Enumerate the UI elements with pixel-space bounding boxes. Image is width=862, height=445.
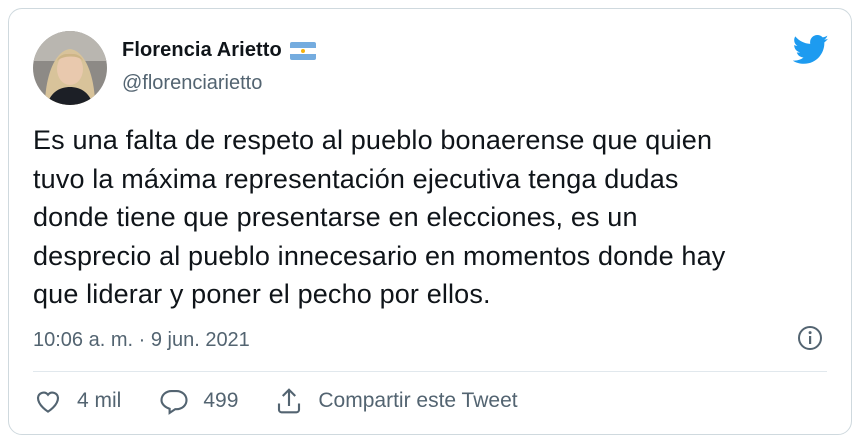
like-count: 4 mil (77, 389, 122, 412)
reply-bubble-icon (159, 386, 189, 416)
tweet-text: Es una falta de respeto al pueblo bonaer… (33, 125, 726, 309)
reply-count: 499 (203, 389, 239, 412)
tweet-timestamp[interactable]: 10:06 a. m. · 9 jun. 2021 (33, 329, 250, 352)
tweet-card[interactable]: Florencia Arietto @florenciarietto Es un… (8, 8, 852, 435)
avatar-image (33, 31, 107, 105)
share-label: Compartir este Tweet (318, 389, 518, 412)
avatar[interactable] (33, 31, 107, 105)
like-button[interactable]: 4 mil (33, 386, 121, 416)
divider (33, 371, 827, 372)
reply-button[interactable]: 499 (159, 386, 238, 416)
handle[interactable]: @florenciarietto (122, 72, 262, 95)
argentina-flag-icon (289, 41, 316, 60)
share-icon (274, 386, 304, 416)
twitter-bird-icon[interactable] (792, 35, 829, 65)
info-icon[interactable] (795, 323, 825, 353)
share-button[interactable]: Compartir este Tweet (274, 386, 518, 416)
heart-icon (33, 386, 63, 416)
display-name[interactable]: Florencia Arietto (122, 39, 282, 62)
